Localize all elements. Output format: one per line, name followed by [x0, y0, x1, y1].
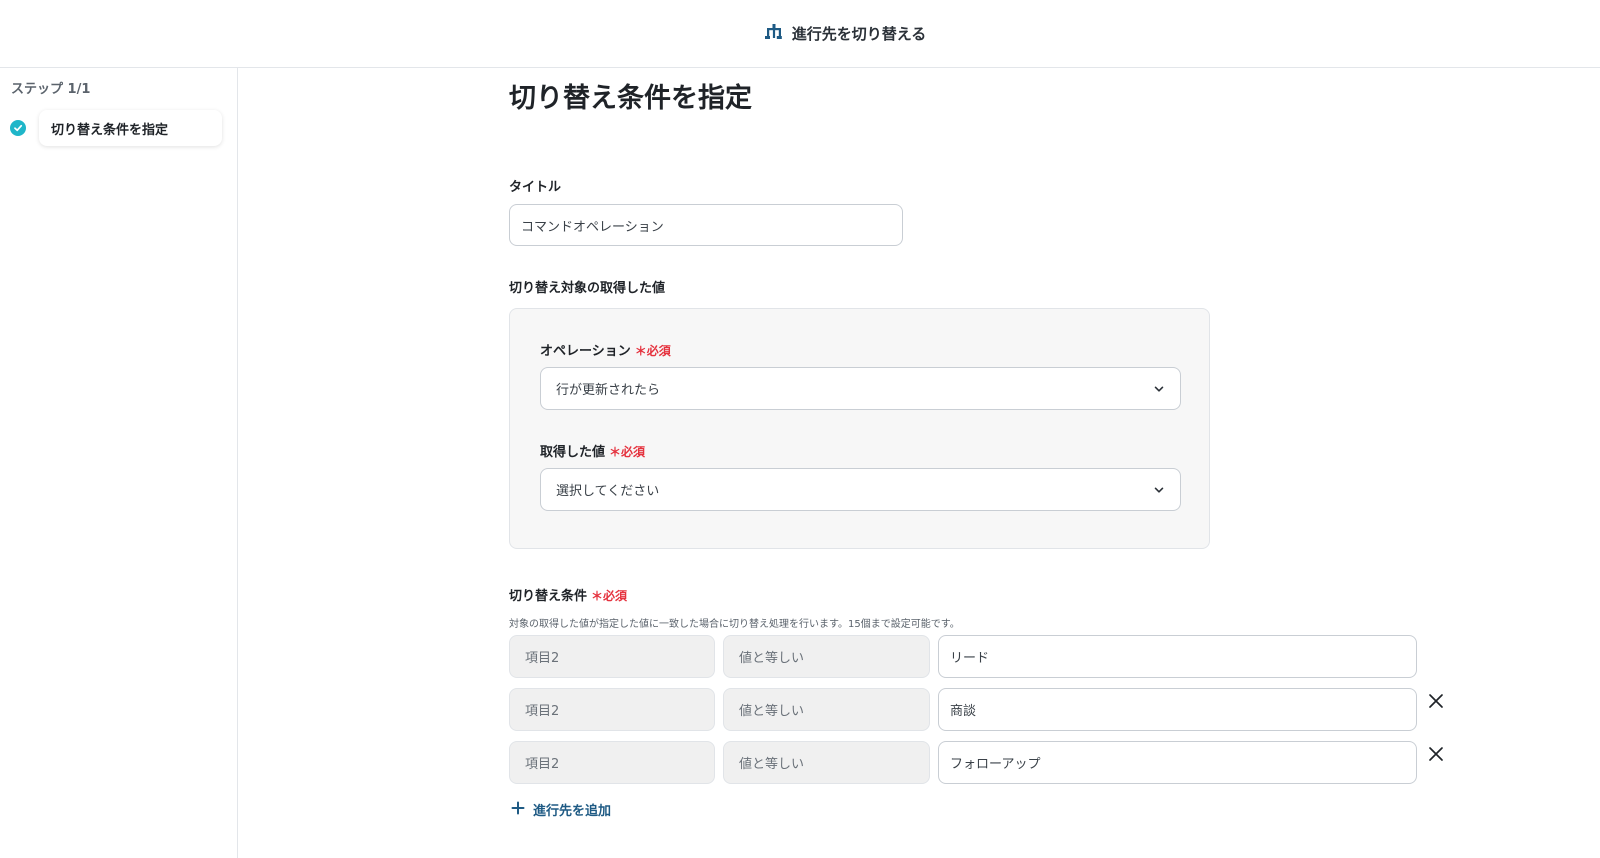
target-section-label: 切り替え対象の取得した値 [509, 281, 666, 296]
conditions-help-text: 対象の取得した値が指定した値に一致した場合に切り替え処理を行います。15個まで設… [509, 619, 960, 630]
condition-operator[interactable]: 値と等しい [723, 635, 930, 678]
operation-label: オペレーション ＊必須 [540, 344, 671, 359]
condition-field[interactable]: 項目2 [509, 688, 715, 731]
sidebar-step-label: 切り替え条件を指定 [39, 110, 222, 146]
operation-select[interactable]: 行が更新されたら [540, 367, 1181, 410]
target-value-panel: オペレーション ＊必須 行が更新されたら 取得した値 ＊必須 選択してください [509, 308, 1210, 549]
top-bar: 進行先を切り替える [0, 0, 1600, 68]
close-icon[interactable] [1427, 745, 1445, 763]
sidebar-step-item[interactable]: 切り替え条件を指定 [10, 110, 222, 146]
close-icon[interactable] [1427, 692, 1445, 710]
step-counter: ステップ 1/1 [11, 82, 91, 97]
title-input[interactable]: コマンドオペレーション [509, 204, 903, 246]
title-field-label: タイトル [509, 180, 562, 195]
condition-value-input[interactable]: リード [938, 635, 1417, 678]
required-badge: ＊必須 [609, 445, 646, 459]
condition-field[interactable]: 項目2 [509, 741, 715, 784]
operation-select-value: 行が更新されたら [556, 383, 661, 398]
condition-row: 項目2 値と等しい 商談 [509, 688, 1449, 731]
add-destination-label: 進行先を追加 [533, 804, 612, 819]
header-title: 進行先を切り替える [791, 25, 927, 43]
chevron-down-icon [1152, 382, 1166, 400]
required-badge: ＊必須 [591, 589, 628, 603]
condition-operator[interactable]: 値と等しい [723, 688, 930, 731]
condition-row: 項目2 値と等しい リード [509, 635, 1449, 678]
page-title: 切り替え条件を指定 [509, 83, 752, 114]
conditions-label: 切り替え条件 ＊必須 [509, 589, 628, 604]
condition-value-input[interactable]: フォローアップ [938, 741, 1417, 784]
required-badge: ＊必須 [634, 344, 671, 358]
sidebar: ステップ 1/1 切り替え条件を指定 [0, 68, 238, 858]
plus-icon [511, 801, 525, 819]
add-destination-button[interactable]: 進行先を追加 [511, 800, 611, 819]
header-title-group: 進行先を切り替える [764, 22, 927, 46]
check-icon [10, 120, 26, 136]
condition-field[interactable]: 項目2 [509, 635, 715, 678]
condition-row: 項目2 値と等しい フォローアップ [509, 741, 1449, 784]
chevron-down-icon [1152, 483, 1166, 501]
condition-value-input[interactable]: 商談 [938, 688, 1417, 731]
acquired-value-select[interactable]: 選択してください [540, 468, 1181, 511]
branch-icon [764, 22, 784, 46]
acquired-value-select-value: 選択してください [556, 484, 660, 499]
acquired-value-label: 取得した値 ＊必須 [540, 445, 646, 460]
condition-operator[interactable]: 値と等しい [723, 741, 930, 784]
